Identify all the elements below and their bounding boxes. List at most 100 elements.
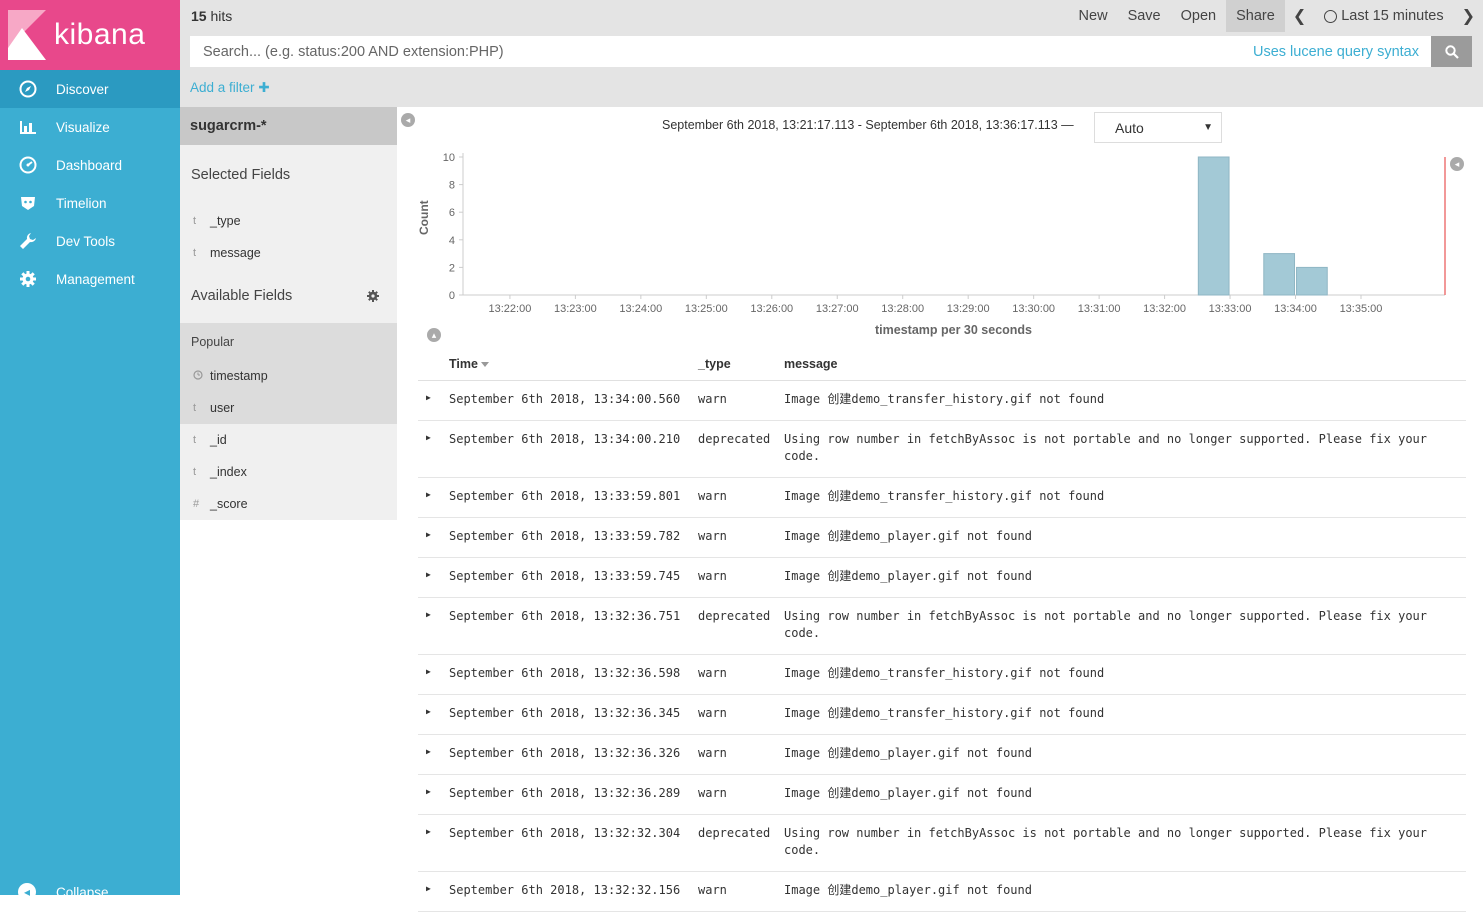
field-item[interactable]: t user [180,392,397,424]
time-back-button[interactable]: ❮ [1285,0,1314,32]
nav-item-label: Visualize [56,119,110,135]
field-item[interactable]: t message [180,237,397,269]
type-column-header[interactable]: _type [698,357,784,371]
nav-item-dashboard[interactable]: Dashboard [0,146,180,184]
nav-item-management[interactable]: Management [0,260,180,298]
timepicker-button[interactable]: Last 15 minutes [1314,0,1453,32]
x-tick-label: 13:25:00 [685,303,728,315]
gear-icon[interactable] [366,289,380,303]
cell-message: Image 创建demo_transfer_history.gif not fo… [784,666,1105,680]
field-name: _index [210,465,247,479]
time-forward-button[interactable]: ❯ [1454,0,1483,32]
save-button[interactable]: Save [1118,0,1171,32]
nav-item-discover[interactable]: Discover [0,70,180,108]
cell-message: Image 创建demo_player.gif not found [784,529,1032,543]
open-button[interactable]: Open [1171,0,1226,32]
collapse-button[interactable]: ◂ Collapse [18,883,109,901]
cell-type: warn [698,666,727,680]
cell-type: warn [698,746,727,760]
table-row[interactable]: ▶ September 6th 2018, 13:32:32.304 depreca… [418,815,1466,872]
cell-time: September 6th 2018, 13:34:00.210 [449,432,681,446]
new-button[interactable]: New [1069,0,1118,32]
y-axis-title: Count [417,200,431,235]
table-row[interactable]: ▶ September 6th 2018, 13:33:59.782 warn Ima… [418,518,1466,558]
table-row[interactable]: ▶ September 6th 2018, 13:32:36.345 warn Ima… [418,695,1466,735]
expand-row-icon[interactable]: ▶ [418,665,449,676]
field-item[interactable]: # _score [180,488,397,520]
field-name: user [210,401,235,415]
expand-row-icon[interactable]: ▶ [418,528,449,539]
expand-row-icon[interactable]: ▶ [418,608,449,619]
field-type-icon: t [193,434,197,446]
expand-row-icon[interactable]: ▶ [418,705,449,716]
hits-count: 15 hits [191,8,233,24]
collapse-sidebar-icon[interactable]: ◂ [401,113,415,127]
field-type-icon: t [193,466,197,478]
nav-item-label: Discover [56,81,109,97]
x-tick-label: 13:34:00 [1274,303,1317,315]
kibana-logo[interactable]: kibana [0,0,180,70]
table-row[interactable]: ▶ September 6th 2018, 13:32:36.289 warn Ima… [418,775,1466,815]
cell-time: September 6th 2018, 13:34:00.560 [449,392,681,406]
table-row[interactable]: ▶ September 6th 2018, 13:33:59.801 warn Ima… [418,478,1466,518]
table-row[interactable]: ▶ September 6th 2018, 13:32:36.598 warn Ima… [418,655,1466,695]
table-row[interactable]: ▶ September 6th 2018, 13:32:32.156 warn Ima… [418,872,1466,912]
field-item[interactable]: t _id [180,424,397,456]
search-button[interactable] [1431,36,1472,67]
field-type-icon: t [193,247,197,259]
nav-item-timelion[interactable]: Timelion [0,184,180,222]
field-sidebar: sugarcrm-* Selected Fields t _type t messag… [180,107,397,895]
sort-icon [480,361,489,367]
message-column-header[interactable]: message [784,357,838,371]
field-name: _type [210,214,241,228]
expand-row-icon[interactable]: ▶ [418,488,449,499]
clock-icon [193,369,210,383]
table-row[interactable]: ▶ September 6th 2018, 13:34:00.210 depreca… [418,421,1466,478]
search-bar: Uses lucene query syntax [190,36,1472,67]
search-input[interactable] [190,36,1253,67]
expand-row-icon[interactable]: ▶ [418,391,449,402]
expand-row-icon[interactable]: ▶ [418,882,449,893]
table-row[interactable]: ▶ September 6th 2018, 13:32:36.751 depreca… [418,598,1466,655]
field-item[interactable]: t _type [180,205,397,237]
available-fields-title: Available Fields [180,269,397,323]
y-tick-label: 4 [449,235,455,247]
nav-item-visualize[interactable]: Visualize [0,108,180,146]
time-column-header[interactable]: Time [449,357,698,371]
expand-row-icon[interactable]: ▶ [418,745,449,756]
lucene-syntax-link[interactable]: Uses lucene query syntax [1253,44,1419,60]
interval-select[interactable]: Auto ▼ [1094,112,1222,143]
index-pattern-selector[interactable]: sugarcrm-* [180,107,397,145]
top-menu: New Save Open Share ❮ Last 15 minutes ❯ [1069,0,1483,32]
histogram-bar [1263,253,1296,296]
expand-row-icon[interactable]: ▶ [418,785,449,796]
table-row[interactable]: ▶ September 6th 2018, 13:33:59.745 warn Ima… [418,558,1466,598]
expand-row-icon[interactable]: ▶ [418,568,449,579]
expand-row-icon[interactable]: ▶ [418,431,449,442]
table-row[interactable]: ▶ September 6th 2018, 13:32:36.326 warn Ima… [418,735,1466,775]
nav-item-dev-tools[interactable]: Dev Tools [0,222,180,260]
share-button[interactable]: Share [1226,0,1285,32]
search-icon [1444,44,1459,59]
cell-time: September 6th 2018, 13:32:36.326 [449,746,681,760]
field-item[interactable]: t _index [180,456,397,488]
wrench-icon [18,231,38,251]
histogram-bar [1197,156,1230,296]
cell-time: September 6th 2018, 13:33:59.801 [449,489,681,503]
x-tick-label: 13:23:00 [554,303,597,315]
expand-row-icon[interactable]: ▶ [418,825,449,836]
kibana-logo-icon [8,10,46,60]
field-item[interactable]: timestamp [180,360,397,392]
collapse-chart-icon[interactable]: ▴ [427,328,441,342]
timelion-icon [18,193,38,213]
clock-icon [1324,9,1338,23]
x-tick-label: 13:33:00 [1209,303,1252,315]
app-sidebar: kibana Discover Visualize Dashboard Timelio… [0,0,180,901]
date-range-label: September 6th 2018, 13:21:17.113 - Septe… [662,118,1074,132]
cell-time: September 6th 2018, 13:33:59.745 [449,569,681,583]
table-row[interactable]: ▶ September 6th 2018, 13:34:00.560 warn Ima… [418,381,1466,421]
y-tick-label: 8 [449,180,455,192]
compass-icon [18,79,38,99]
bar-chart-icon [18,117,38,137]
add-filter-button[interactable]: Add a filter ✚ [190,80,270,96]
